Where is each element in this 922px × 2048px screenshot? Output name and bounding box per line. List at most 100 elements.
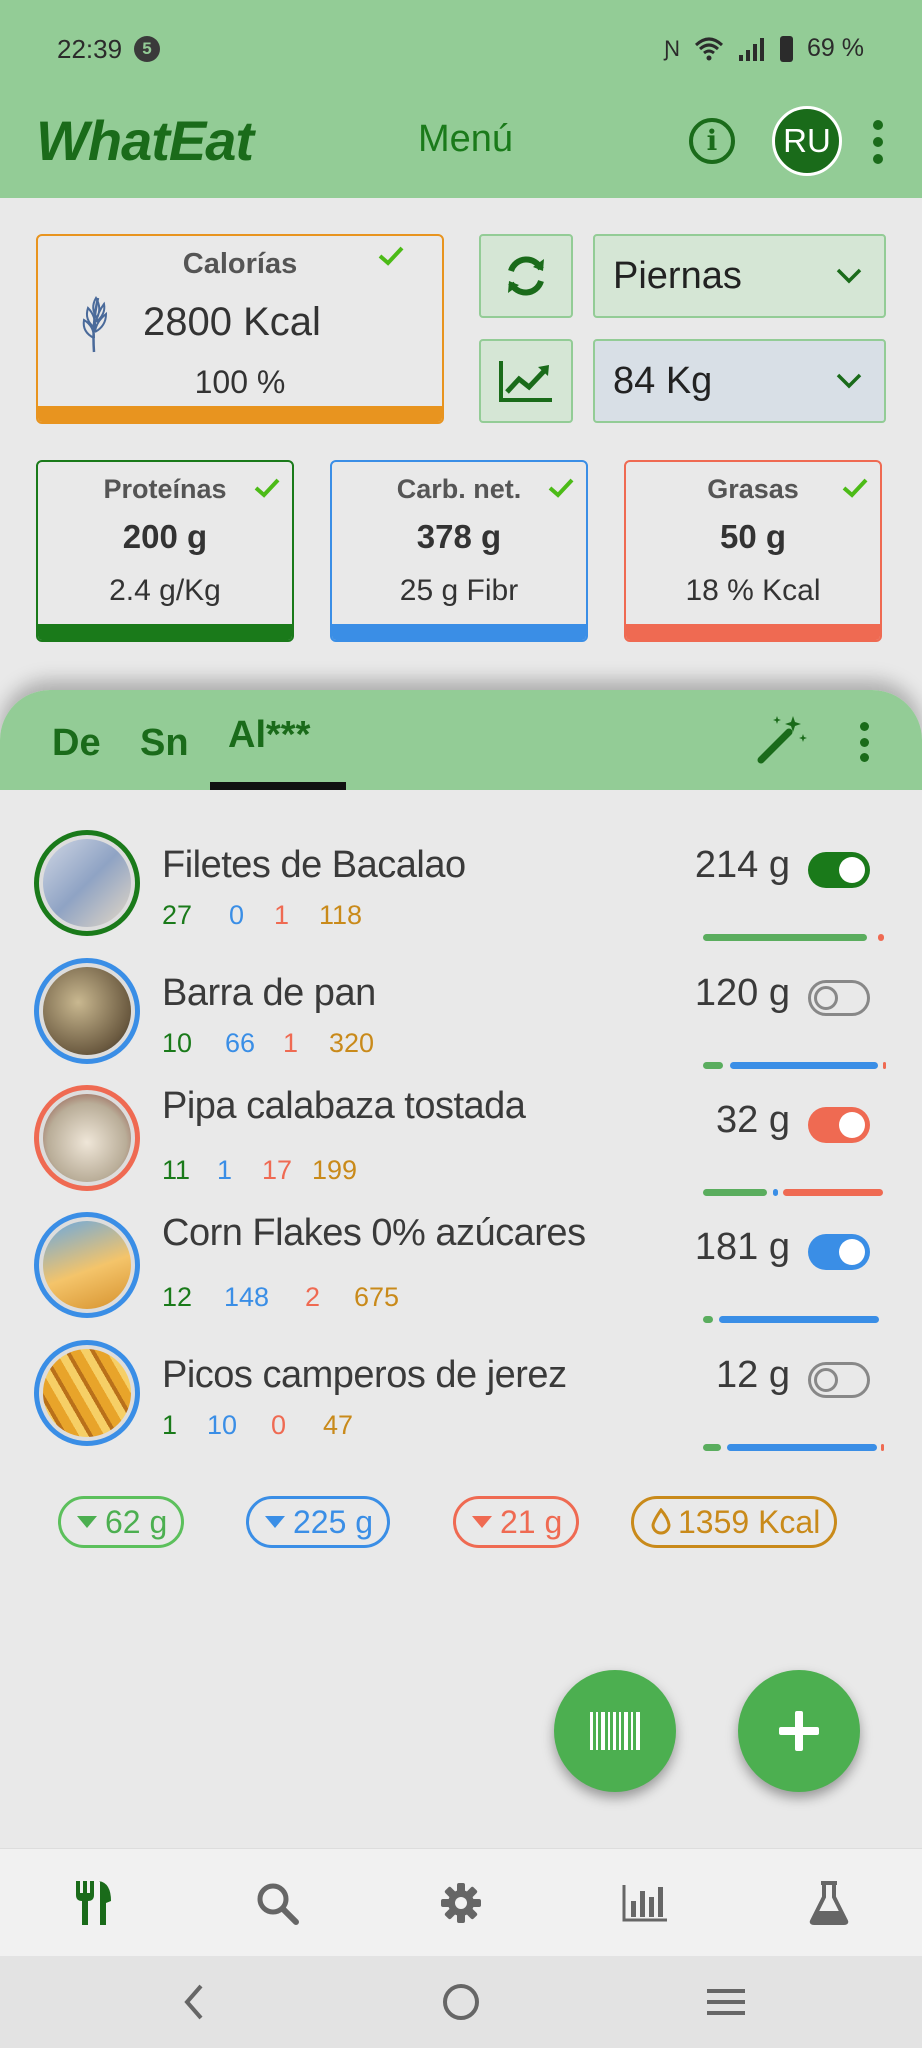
food-kcal: 675 [354, 1282, 400, 1312]
recents-icon [707, 1989, 745, 2015]
system-back-button[interactable] [164, 1978, 224, 2026]
fork-knife-icon [76, 1881, 111, 1925]
info-icon[interactable]: i [689, 118, 735, 164]
food-macros: 1 10 0 47 [162, 1410, 353, 1441]
food-toggle[interactable] [808, 1234, 870, 1270]
food-grams[interactable]: 32 g [716, 1099, 790, 1142]
carbs-card[interactable]: Carb. net. 378 g 25 g Fibr [330, 460, 588, 642]
bottom-navigation [0, 1848, 922, 1956]
system-home-button[interactable] [431, 1978, 491, 2026]
nav-stats[interactable] [617, 1875, 673, 1931]
food-grams[interactable]: 120 g [695, 972, 790, 1015]
food-protein: 27 [162, 900, 193, 930]
check-icon [842, 478, 868, 498]
add-food-button[interactable] [738, 1670, 860, 1792]
nav-meals[interactable] [65, 1875, 121, 1931]
routine-select[interactable]: Piernas [593, 234, 886, 318]
flask-icon [809, 1881, 849, 1925]
status-time: 22:39 [57, 34, 123, 64]
calories-percent: 100 % [194, 364, 286, 400]
food-grams[interactable]: 181 g [695, 1226, 790, 1269]
food-row[interactable]: Pipa calabaza tostada 11 1 17 199 32 g [0, 1085, 922, 1205]
food-row[interactable]: Picos camperos de jerez 1 10 0 47 12 g [0, 1340, 922, 1460]
menu-button[interactable]: Menú [418, 118, 513, 161]
nav-settings[interactable] [433, 1875, 489, 1931]
food-macros: 10 66 1 320 [162, 1028, 374, 1059]
protein-card[interactable]: Proteínas 200 g 2.4 g/Kg [36, 460, 294, 642]
battery-icon [780, 35, 794, 62]
tab-al[interactable]: Al*** [228, 714, 310, 757]
total-fat-pill: 21 g [453, 1496, 580, 1548]
food-thumbnail [34, 1212, 140, 1318]
weight-select[interactable]: 84 Kg [593, 339, 886, 423]
food-fat: 1 [283, 1028, 299, 1058]
food-macro-bar [878, 934, 884, 941]
fat-kcal-percent: 18 % Kcal [685, 574, 821, 607]
tab-de[interactable]: De [52, 722, 101, 765]
food-macro-bar [703, 934, 867, 941]
food-macro-bar [730, 1062, 878, 1069]
flame-icon [651, 1507, 671, 1534]
food-macro-bar [703, 1189, 767, 1196]
active-tab-indicator [210, 782, 346, 790]
status-icons: Ɲ 69 % [664, 34, 864, 63]
system-navigation [0, 1956, 922, 2048]
total-carbs-pill: 225 g [246, 1496, 391, 1548]
food-row[interactable]: Corn Flakes 0% azúcares 12 148 2 675 181… [0, 1212, 922, 1332]
protein-progress-bar [38, 624, 292, 640]
decrease-icon [472, 1515, 492, 1528]
food-thumbnail [34, 958, 140, 1064]
food-row[interactable]: Barra de pan 10 66 1 320 120 g [0, 958, 922, 1078]
food-thumbnail [34, 1085, 140, 1191]
calories-card[interactable]: Calorías 2800 Kcal 100 % [36, 234, 444, 424]
home-icon [443, 1984, 479, 2020]
search-icon [257, 1883, 299, 1925]
food-macros: 11 1 17 199 [162, 1155, 357, 1186]
food-row[interactable]: Filetes de Bacalao 27 0 1 118 214 g [0, 830, 922, 950]
nav-lab[interactable] [801, 1875, 857, 1931]
nav-search[interactable] [249, 1875, 305, 1931]
decrease-icon [77, 1515, 97, 1528]
food-toggle[interactable] [808, 1107, 870, 1143]
trend-button[interactable] [479, 339, 573, 423]
total-fat: 21 g [500, 1504, 563, 1540]
refresh-button[interactable] [479, 234, 573, 318]
food-macros: 12 148 2 675 [162, 1282, 399, 1313]
check-icon [548, 478, 574, 498]
carbs-value: 378 g [416, 518, 502, 555]
system-recents-button[interactable] [696, 1978, 756, 2026]
gear-icon [441, 1883, 481, 1923]
food-macro-bar [703, 1444, 721, 1451]
app-header: 22:39 5 Ɲ 69 % WhatEat Menú i RU [0, 0, 922, 198]
food-carbs: 1 [217, 1155, 233, 1185]
food-toggle[interactable] [808, 980, 870, 1016]
trend-chart-icon [499, 361, 552, 402]
more-options-icon[interactable] [872, 120, 884, 164]
total-kcal-pill: 1359 Kcal [631, 1496, 838, 1548]
magic-wand-icon[interactable] [755, 712, 809, 766]
fat-value: 50 g [719, 518, 787, 555]
tab-sn[interactable]: Sn [140, 722, 189, 765]
app-title: WhatEat [36, 109, 254, 172]
food-kcal: 47 [323, 1410, 354, 1440]
total-protein-pill: 62 g [58, 1496, 185, 1548]
food-carbs: 148 [224, 1282, 270, 1312]
food-name: Picos camperos de jerez [162, 1354, 567, 1396]
food-grams[interactable]: 12 g [716, 1354, 790, 1397]
barcode-scan-button[interactable] [554, 1670, 676, 1792]
food-protein: 10 [162, 1028, 193, 1058]
plus-icon [779, 1711, 819, 1751]
food-carbs: 66 [225, 1028, 256, 1058]
routine-select-value: Piernas [613, 255, 742, 297]
avatar[interactable]: RU [772, 106, 842, 176]
food-toggle[interactable] [808, 852, 870, 888]
food-toggle[interactable] [808, 1362, 870, 1398]
total-protein: 62 g [105, 1504, 168, 1540]
food-grams[interactable]: 214 g [695, 844, 790, 887]
total-carbs: 225 g [293, 1504, 374, 1540]
fat-card[interactable]: Grasas 50 g 18 % Kcal [624, 460, 882, 642]
tab-more-icon[interactable] [858, 722, 870, 762]
food-kcal: 118 [319, 900, 363, 930]
food-protein: 1 [162, 1410, 178, 1440]
barcode-icon [590, 1712, 640, 1750]
